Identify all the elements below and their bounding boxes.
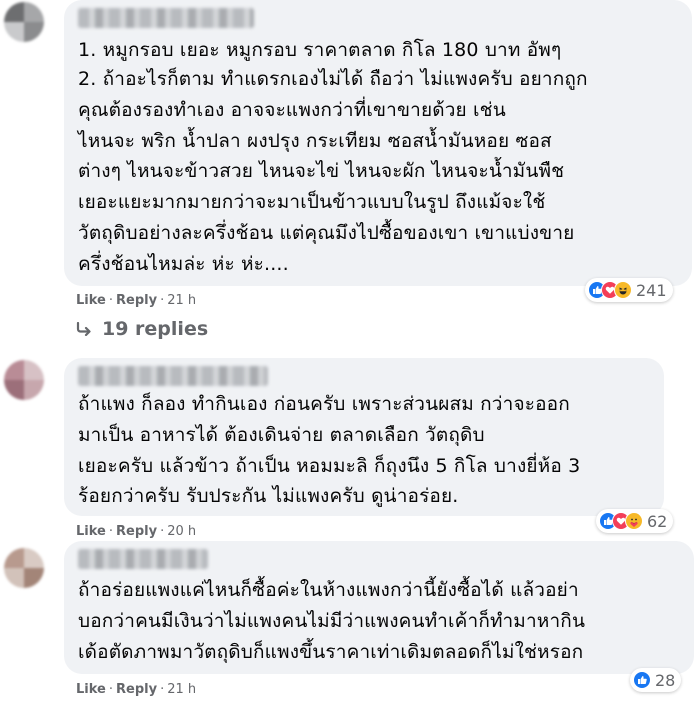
author-name-redacted[interactable] [78, 8, 254, 28]
separator: · [160, 293, 165, 308]
comment-text-line: คุณต้องรองทำเอง อาจจะแพงกว่าที่เขาขายด้ว… [78, 99, 506, 121]
reaction-summary[interactable]: 62 [596, 509, 674, 533]
author-name-redacted[interactable] [78, 549, 208, 569]
comment-actions: Like · Reply · 21 h [76, 293, 196, 308]
comment-actions: Like · Reply · 20 h [76, 524, 196, 539]
like-button[interactable]: Like [76, 524, 106, 539]
comment-text-line: ครึ่งช้อนไหมล่ะ ห่ะ ห่ะ.... [78, 253, 289, 275]
avatar[interactable] [4, 360, 44, 400]
view-replies-button[interactable]: 19 replies [76, 318, 208, 340]
like-button[interactable]: Like [76, 293, 106, 308]
haha-icon [614, 281, 632, 299]
comment-bubble: 1. หมูกรอบ เยอะ หมูกรอบ ราคาตลาด กิโล 18… [64, 0, 692, 286]
separator: · [108, 524, 113, 539]
separator: · [108, 293, 113, 308]
reaction-summary[interactable]: 28 [630, 668, 682, 692]
comment-bubble: ถ้าแพง ก็ลอง ทำกินเอง ก่อนครับ เพราะส่วน… [64, 358, 664, 516]
comment-text-line: ถ้าอร่อยแพงแค่ไหนก็ซื้อค่ะในห้างแพงกว่าน… [78, 579, 579, 601]
reply-arrow-icon [76, 322, 91, 336]
comment-text-line: ต่างๆ ไหนจะข้าวสวย ไหนจะไข่ ไหนจะผัก ไหน… [78, 160, 565, 182]
reaction-summary[interactable]: 241 [585, 278, 673, 302]
comment-text-line: 2. ถ้าอะไรก็ตาม ทำแดรกเองไม่ได้ ถือว่า ไ… [78, 68, 588, 90]
care-icon [625, 512, 643, 530]
like-button[interactable]: Like [76, 682, 106, 697]
comment-text-line: เยอะครับ แล้วข้าว ถ้าเป็น หอมมะลิ ก็ถุงน… [78, 455, 581, 477]
comment-text-line: เยอะแยะมากมายกว่าจะมาเป็นข้าวแบบในรูป ถึ… [78, 191, 546, 213]
comment-text-line: มาเป็น อาหารได้ ต้องเดินจ่าย ตลาดเลือก ว… [78, 424, 485, 446]
reaction-count: 241 [636, 280, 667, 300]
comment-text-line: 1. หมูกรอบ เยอะ หมูกรอบ ราคาตลาด กิโล 18… [78, 39, 562, 61]
avatar[interactable] [4, 2, 44, 42]
reply-button[interactable]: Reply [116, 524, 157, 539]
author-name-redacted[interactable] [78, 366, 268, 386]
like-icon [633, 671, 651, 689]
avatar[interactable] [4, 548, 44, 588]
comment-bubble: ถ้าอร่อยแพงแค่ไหนก็ซื้อค่ะในห้างแพงกว่าน… [64, 541, 694, 674]
comment-actions: Like · Reply · 21 h [76, 682, 196, 697]
reply-button[interactable]: Reply [116, 293, 157, 308]
comment-text-line: วัตถุดิบอย่างละครึ่งช้อน แต่คุณมึงไปซื้อ… [78, 222, 575, 244]
comment-timestamp[interactable]: 21 h [167, 682, 196, 697]
reaction-count: 28 [655, 670, 676, 690]
reply-button[interactable]: Reply [116, 682, 157, 697]
reaction-count: 62 [647, 511, 668, 531]
separator: · [108, 682, 113, 697]
comment-text-line: เด้อตัดภาพมาวัตถุดิบก็แพงขึ้นราคาเท่าเดิ… [78, 641, 584, 663]
comment-text-line: ไหนจะ พริก น้ำปลา ผงปรุง กระเทียม ซอสน้ำ… [78, 130, 552, 152]
comment-text-line: ถ้าแพง ก็ลอง ทำกินเอง ก่อนครับ เพราะส่วน… [78, 393, 570, 415]
comment-timestamp[interactable]: 21 h [167, 293, 196, 308]
separator: · [160, 682, 165, 697]
separator: · [160, 524, 165, 539]
replies-count-label: 19 replies [102, 318, 209, 340]
comment-text-line: บอกว่าคนมีเงินว่าไม่แพงคนไม่มีว่าแพงคนทำ… [78, 610, 586, 632]
comment-timestamp[interactable]: 20 h [167, 524, 196, 539]
comment-text-line: ร้อยกว่าครับ รับประกัน ไม่แพงครับ ดูน่าอ… [78, 485, 459, 507]
